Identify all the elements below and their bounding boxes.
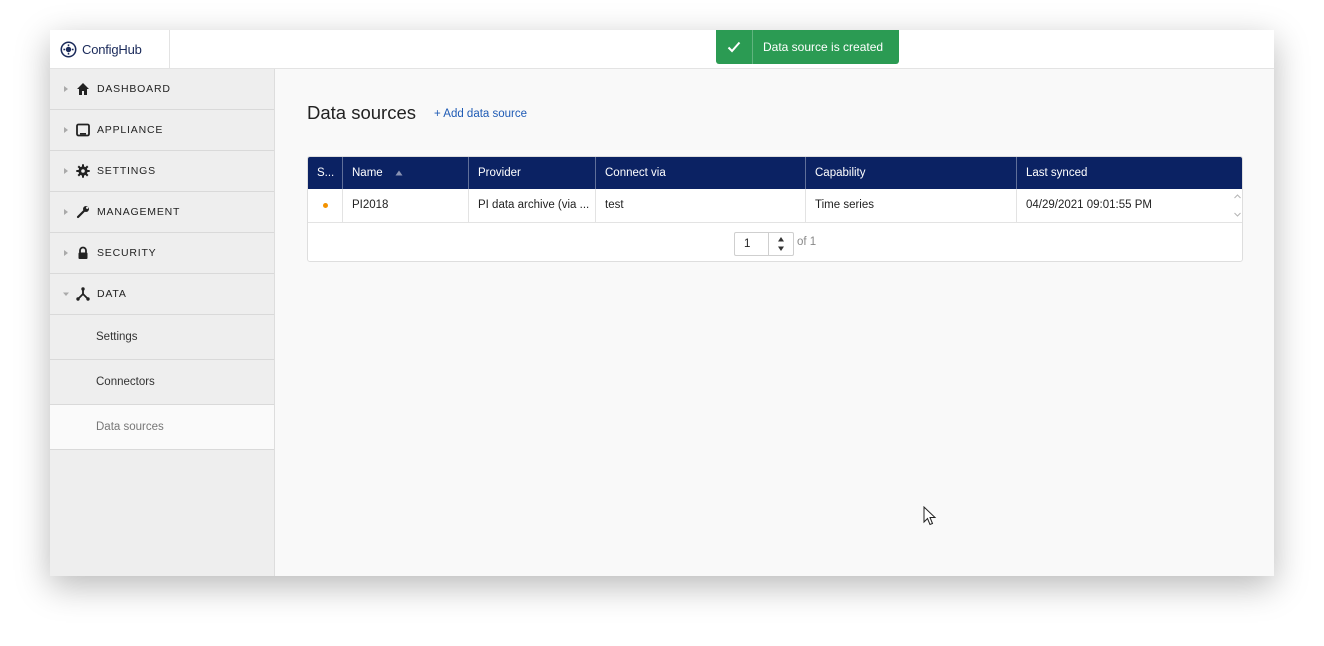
sidebar-item-label: SECURITY bbox=[97, 247, 157, 259]
sidebar-item-dashboard[interactable]: DASHBOARD bbox=[50, 69, 274, 110]
sidebar: DASHBOARD APPLIANCE SETTINGS MANAGEMENT bbox=[50, 69, 275, 576]
page-title: Data sources bbox=[307, 102, 416, 123]
home-icon bbox=[77, 83, 89, 95]
sidebar-item-data[interactable]: DATA bbox=[50, 274, 274, 315]
mouse-cursor-icon bbox=[923, 506, 937, 526]
network-icon bbox=[76, 287, 90, 301]
column-header-connect-via[interactable]: Connect via bbox=[596, 157, 806, 189]
caret-down-icon bbox=[63, 292, 69, 296]
column-header-provider[interactable]: Provider bbox=[469, 157, 596, 189]
sidebar-item-security[interactable]: SECURITY bbox=[50, 233, 274, 274]
page-count: of 1 bbox=[797, 236, 817, 248]
confighub-logo-icon bbox=[60, 41, 77, 57]
main-content: Data sources + Add data source S... Name… bbox=[275, 69, 1274, 576]
sidebar-item-management[interactable]: MANAGEMENT bbox=[50, 192, 274, 233]
sidebar-subitem-settings[interactable]: Settings bbox=[50, 315, 274, 360]
wrench-icon bbox=[76, 206, 89, 219]
column-header-status[interactable]: S... bbox=[308, 157, 343, 189]
data-sources-table: S... Name Provider Connect via Capabilit… bbox=[307, 156, 1243, 262]
status-dot-icon bbox=[323, 203, 328, 208]
sidebar-item-label: APPLIANCE bbox=[97, 124, 164, 136]
capability-cell: Time series bbox=[806, 189, 1017, 222]
sort-ascending-icon bbox=[395, 170, 403, 176]
table-row[interactable]: PI2018 PI data archive (via ... test Tim… bbox=[308, 189, 1243, 223]
toast-message: Data source is created bbox=[763, 40, 884, 54]
table-header: S... Name Provider Connect via Capabilit… bbox=[308, 157, 1242, 189]
column-header-label: Name bbox=[352, 167, 383, 179]
vertical-scrollbar[interactable] bbox=[1231, 189, 1243, 222]
gear-icon bbox=[76, 164, 90, 178]
sidebar-item-label: DASHBOARD bbox=[97, 83, 171, 95]
success-toast[interactable]: Data source is created bbox=[716, 30, 899, 64]
sidebar-subitem-data-sources[interactable]: Data sources bbox=[50, 405, 274, 450]
add-data-source-link[interactable]: + Add data source bbox=[434, 108, 527, 120]
sidebar-subitem-connectors[interactable]: Connectors bbox=[50, 360, 274, 405]
appliance-icon bbox=[76, 123, 90, 137]
status-cell bbox=[308, 189, 343, 222]
app-name: ConfigHub bbox=[82, 41, 142, 57]
app-window: ConfigHub Data source is created DASHBOA… bbox=[50, 30, 1274, 576]
caret-right-icon bbox=[64, 209, 68, 215]
name-cell: PI2018 bbox=[343, 189, 469, 222]
sidebar-item-label: SETTINGS bbox=[97, 165, 156, 177]
page-number-value: 1 bbox=[744, 238, 751, 250]
sidebar-item-settings[interactable]: SETTINGS bbox=[50, 151, 274, 192]
connect-via-cell: test bbox=[596, 189, 806, 222]
sidebar-item-label: MANAGEMENT bbox=[97, 206, 181, 218]
caret-right-icon bbox=[64, 127, 68, 133]
lock-icon bbox=[78, 246, 88, 259]
provider-cell: PI data archive (via ... bbox=[469, 189, 596, 222]
sidebar-item-label: DATA bbox=[97, 288, 127, 300]
top-bar: ConfigHub Data source is created bbox=[50, 30, 1274, 69]
sidebar-item-appliance[interactable]: APPLIANCE bbox=[50, 110, 274, 151]
spinner-arrows-icon[interactable] bbox=[768, 233, 793, 255]
caret-right-icon bbox=[64, 168, 68, 174]
column-header-last-synced[interactable]: Last synced bbox=[1017, 157, 1242, 189]
logo[interactable]: ConfigHub bbox=[50, 30, 170, 68]
last-synced-cell: 04/29/2021 09:01:55 PM bbox=[1026, 199, 1152, 211]
page-number-stepper[interactable]: 1 bbox=[734, 232, 794, 256]
caret-right-icon bbox=[64, 86, 68, 92]
caret-right-icon bbox=[64, 250, 68, 256]
column-header-name[interactable]: Name bbox=[343, 157, 469, 189]
check-icon bbox=[716, 30, 753, 64]
column-header-capability[interactable]: Capability bbox=[806, 157, 1017, 189]
